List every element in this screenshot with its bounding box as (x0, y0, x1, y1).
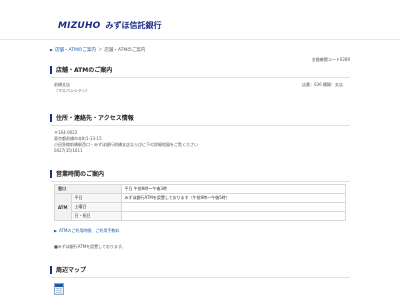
hours-table: 窓口 平日 午前9時〜午後3時 ATM 平日 みずほ銀行ATMを設置しております… (54, 184, 346, 221)
branch-kana: （マエバシシテン） (54, 88, 90, 93)
breadcrumb-separator: ＞ (97, 48, 103, 53)
breadcrumb-current: 店舗・ATMのご案内 (104, 48, 146, 53)
breadcrumb-arrow-icon (50, 48, 53, 52)
map-icon-header (55, 284, 63, 287)
breadcrumb-link[interactable]: 店舗・ATMのご案内 (55, 47, 96, 53)
branch-store-number: 店番：036 種類：支店 (302, 82, 343, 87)
site-header: MIZUHO みずほ信託銀行 (0, 0, 400, 40)
map-document-icon[interactable] (54, 283, 64, 295)
page-title: 店舗・ATMのご案内 (56, 67, 113, 74)
row-value-saturday (120, 202, 346, 212)
atm-note: ■みずほ銀行ATMを設置しております。 (54, 244, 126, 249)
logo-latin-text: MIZUHO (58, 20, 101, 31)
map-section-title: 周辺マップ (50, 262, 350, 278)
hours-section-title: 営業時間のご案内 (50, 166, 350, 182)
atm-fees-link[interactable]: ATMのご利用時間、ご利用手数料 (59, 228, 119, 234)
mizuho-logo[interactable]: MIZUHO みずほ信託銀行 (58, 20, 162, 31)
table-row: ATM 平日 みずほ銀行ATMを設置しております（午前9時〜午後5時） (54, 193, 346, 221)
table-row: 土曜日 (55, 202, 346, 212)
row-sub-saturday: 土曜日 (70, 202, 122, 212)
title-bar-accent (50, 169, 52, 178)
row-sub-holiday: 日・祝日 (70, 211, 122, 221)
address-title: 住所・連絡先・アクセス情報 (56, 115, 134, 122)
row-label-atm: ATM (54, 193, 72, 221)
row-label-counter: 窓口 (54, 184, 122, 194)
table-row: 窓口 平日 午前9時〜午後3時 (54, 184, 346, 194)
row-value-holiday (120, 211, 346, 221)
page-title-section: 店舗・ATMのご案内 (50, 62, 350, 78)
row-value-counter: 平日 午前9時〜午後3時 (120, 184, 346, 194)
logo-jp-text: みずほ信託銀行 (105, 21, 162, 30)
table-row: 日・祝日 (55, 211, 346, 221)
phone-number: 0427(35)1611 (54, 148, 83, 153)
address-section-title: 住所・連絡先・アクセス情報 (50, 110, 350, 126)
map-title: 周辺マップ (56, 267, 87, 274)
title-bar-accent (50, 113, 52, 122)
row-sub-weekday: 平日 (70, 193, 122, 203)
hours-title: 営業時間のご案内 (56, 171, 105, 178)
title-bar-accent (50, 65, 52, 74)
row-value-weekday: みずほ銀行ATMを設置しております（午前9時〜午後5時） (120, 193, 346, 203)
map-icon-lines (56, 288, 62, 294)
breadcrumb: 店舗・ATMのご案内 ＞ 店舗・ATMのご案内 (50, 47, 145, 53)
link-arrow-icon (54, 229, 57, 233)
title-bar-accent (50, 265, 52, 274)
header-divider (0, 39, 400, 40)
atm-link-line: ATMのご利用時間、ご利用手数料 (54, 228, 119, 234)
